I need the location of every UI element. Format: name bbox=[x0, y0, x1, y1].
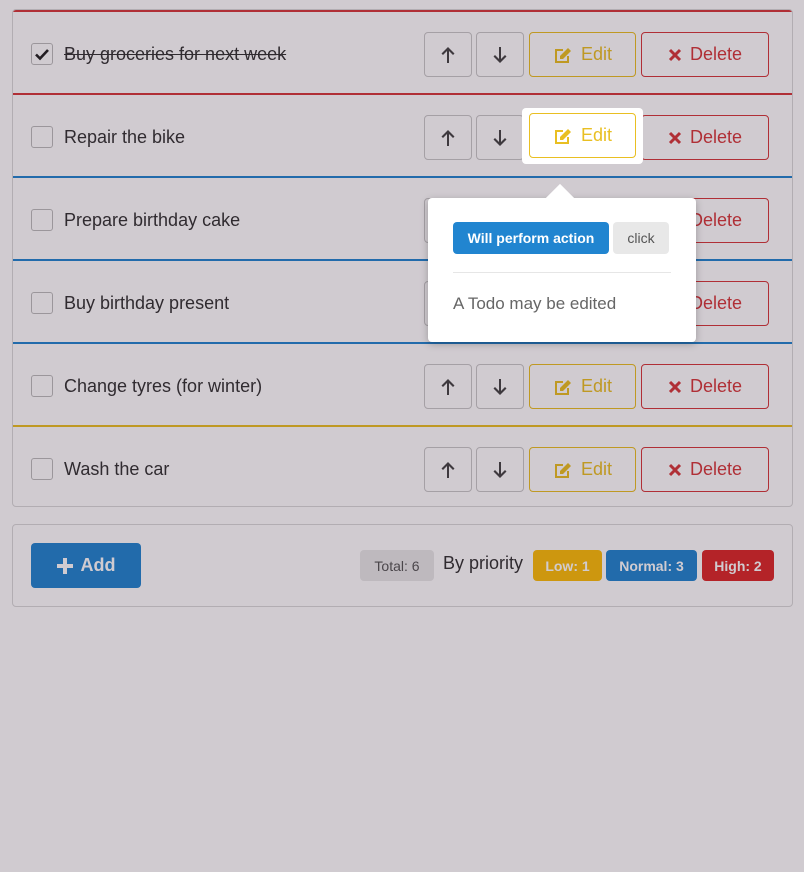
total-badge: Total: 6 bbox=[360, 550, 434, 581]
pencil-square-icon bbox=[554, 379, 571, 395]
arrow-up-icon bbox=[441, 129, 455, 146]
pencil-square-icon bbox=[554, 462, 571, 478]
move-up-button[interactable] bbox=[424, 32, 472, 77]
arrow-down-icon bbox=[493, 46, 507, 63]
add-button-label: Add bbox=[80, 555, 116, 575]
pencil-square-icon bbox=[554, 47, 571, 63]
todo-title: Wash the car bbox=[64, 459, 170, 479]
todo-checkbox[interactable] bbox=[31, 375, 53, 397]
delete-button[interactable]: Delete bbox=[641, 447, 769, 492]
todo-title: Buy groceries for next week bbox=[64, 44, 287, 64]
delete-button-label: Delete bbox=[689, 44, 743, 64]
arrow-down-icon bbox=[493, 129, 507, 146]
delete-button-label: Delete bbox=[689, 210, 743, 230]
arrow-up-icon bbox=[441, 378, 455, 395]
plus-icon bbox=[56, 557, 73, 574]
todo-title: Repair the bike bbox=[64, 127, 186, 147]
move-up-button[interactable] bbox=[424, 115, 472, 160]
edit-button[interactable]: Edit bbox=[529, 32, 636, 77]
x-icon bbox=[668, 48, 682, 61]
delete-button-label: Delete bbox=[689, 127, 743, 147]
highlighted-edit-button: Edit bbox=[522, 108, 643, 164]
popup-divider bbox=[453, 272, 671, 273]
action-label: Will perform action bbox=[453, 222, 609, 254]
todo-title: Buy birthday present bbox=[64, 293, 230, 313]
arrow-down-icon bbox=[493, 378, 507, 395]
todo-footer: Add Total: 6 By priority Low: 1 Normal: … bbox=[12, 524, 793, 607]
todo-item: Change tyres (for winter) Edit Delete bbox=[13, 342, 792, 425]
delete-button-label: Delete bbox=[689, 293, 743, 313]
action-popup: Will perform action click A Todo may be … bbox=[428, 183, 696, 342]
arrow-down-icon bbox=[493, 461, 507, 478]
todo-item: Wash the car Edit Delete bbox=[13, 425, 792, 506]
add-button[interactable]: Add bbox=[31, 543, 141, 588]
edit-button[interactable]: Edit bbox=[529, 364, 636, 409]
delete-button[interactable]: Delete bbox=[641, 32, 769, 77]
delete-button[interactable]: Delete bbox=[641, 364, 769, 409]
low-priority-badge: Low: 1 bbox=[533, 550, 602, 581]
todo-title: Change tyres (for winter) bbox=[64, 376, 263, 396]
move-up-button[interactable] bbox=[424, 364, 472, 409]
todo-checkbox[interactable] bbox=[31, 458, 53, 480]
edit-button-label: Edit bbox=[580, 376, 613, 396]
todo-item: Buy groceries for next week Edit Delete bbox=[13, 10, 792, 93]
edit-button[interactable]: Edit bbox=[529, 447, 636, 492]
todo-item: Repair the bike Edit Delete bbox=[13, 93, 792, 176]
delete-button-label: Delete bbox=[689, 459, 743, 479]
todo-checkbox[interactable] bbox=[31, 126, 53, 148]
normal-priority-badge: Normal: 3 bbox=[606, 550, 697, 581]
arrow-up-icon bbox=[441, 46, 455, 63]
checkmark-icon bbox=[35, 49, 49, 61]
todo-checkbox[interactable] bbox=[31, 292, 53, 314]
delete-button[interactable]: Delete bbox=[641, 115, 769, 160]
move-down-button[interactable] bbox=[476, 115, 524, 160]
move-up-button[interactable] bbox=[424, 447, 472, 492]
move-down-button[interactable] bbox=[476, 32, 524, 77]
move-down-button[interactable] bbox=[476, 364, 524, 409]
action-description: A Todo may be edited bbox=[453, 294, 617, 313]
edit-button-label: Edit bbox=[580, 44, 613, 64]
edit-button[interactable]: Edit bbox=[529, 113, 636, 158]
pencil-square-icon bbox=[554, 128, 571, 144]
edit-button-label: Edit bbox=[580, 125, 613, 145]
x-icon bbox=[668, 463, 682, 476]
todo-title: Prepare birthday cake bbox=[64, 210, 241, 230]
by-priority-label: By priority bbox=[443, 553, 524, 573]
todo-checkbox[interactable] bbox=[31, 209, 53, 231]
high-priority-badge: High: 2 bbox=[702, 550, 774, 581]
move-down-button[interactable] bbox=[476, 447, 524, 492]
action-type-badge: click bbox=[613, 222, 669, 254]
x-icon bbox=[668, 380, 682, 393]
todo-checkbox[interactable] bbox=[31, 43, 53, 65]
delete-button-label: Delete bbox=[689, 376, 743, 396]
edit-button-label: Edit bbox=[580, 459, 613, 479]
arrow-up-icon bbox=[441, 461, 455, 478]
x-icon bbox=[668, 131, 682, 144]
